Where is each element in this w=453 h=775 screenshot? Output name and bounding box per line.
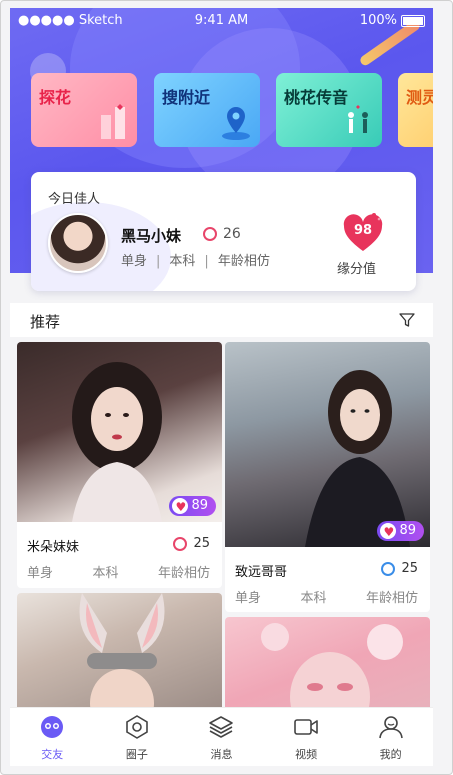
today-pick-name: 黑马小妹 [121, 227, 182, 245]
profile-card[interactable]: 89 致远哥哥 25 单身 本科 年龄相仿 [225, 342, 430, 612]
profile-photo[interactable]: 89 [225, 342, 430, 547]
male-icon [381, 561, 396, 576]
tag-separator: | [204, 254, 209, 269]
today-pick-title: 今日佳人 [48, 192, 101, 207]
profile-age: 25 [381, 561, 418, 576]
portrait-illustration [72, 362, 162, 522]
feature-card-voice[interactable]: 桃花传音 [276, 73, 382, 147]
feature-card-test[interactable]: 测灵 [398, 73, 433, 147]
compatibility-score: 98 [353, 223, 373, 238]
recommend-title: 推荐 [30, 313, 61, 331]
tag: 单身 [235, 591, 262, 606]
profile-name: 致远哥哥 [235, 565, 288, 580]
female-icon [203, 227, 217, 241]
heart-icon [380, 522, 397, 542]
battery-percent: 100% [359, 13, 397, 28]
avatar[interactable] [48, 213, 108, 273]
tag: 本科 [300, 591, 327, 606]
tab-label: 我的 [379, 748, 402, 761]
recommend-header: 推荐 [10, 303, 433, 337]
profile-icon [378, 716, 403, 739]
feature-card-nearby[interactable]: 搜附近 [154, 73, 260, 147]
compatibility-heart: 98 [341, 211, 385, 255]
heart-icon [172, 497, 189, 517]
today-pick-card[interactable]: 今日佳人 黑马小妹 26 单身 | 本科 | 年龄相仿 98 缘分值 [31, 172, 416, 291]
profile-photo[interactable] [225, 617, 430, 707]
feature-card-label: 桃花传音 [284, 88, 349, 107]
compatibility-label: 缘分值 [337, 262, 377, 277]
profile-age: 25 [173, 536, 210, 551]
couple-icon [348, 105, 368, 133]
profile-card[interactable] [17, 593, 222, 707]
tag: 年龄相仿 [365, 591, 418, 606]
tag: 年龄相仿 [157, 566, 210, 581]
filter-icon[interactable] [399, 312, 415, 328]
explore-icon [101, 104, 125, 139]
tag: 本科 [92, 566, 119, 581]
tab-bar: 交友 圈子 消息 视频 我的 [10, 707, 433, 766]
feature-card-label: 搜附近 [162, 88, 211, 107]
tab-label: 圈子 [125, 748, 148, 761]
battery-icon [401, 14, 425, 27]
tab-label: 视频 [295, 748, 318, 761]
profile-card[interactable]: 89 米朵妹妹 25 单身 本科 年龄相仿 [17, 342, 222, 588]
tab-video[interactable]: 视频 [264, 708, 349, 766]
portrait-illustration [79, 593, 165, 707]
location-pin-icon [222, 107, 250, 140]
today-pick-age: 26 [203, 226, 241, 242]
tab-label: 交友 [41, 748, 64, 761]
battery-status: 100% [360, 13, 425, 28]
age-value: 25 [401, 561, 418, 576]
badge-score: 89 [399, 523, 416, 538]
tab-label: 消息 [210, 748, 233, 761]
today-pick-tags: 单身 | 本科 | 年龄相仿 [121, 250, 270, 269]
friends-icon [41, 716, 64, 738]
profile-name: 米朵妹妹 [27, 540, 80, 555]
tab-profile[interactable]: 我的 [348, 708, 433, 766]
tag: 单身 [121, 254, 148, 269]
tab-friends[interactable]: 交友 [10, 708, 95, 766]
age-value: 25 [193, 536, 210, 551]
feature-cards: 探花 搜附近 桃花传音 测灵 [31, 73, 433, 147]
compatibility-badge: 89 [377, 521, 424, 542]
tab-circle[interactable]: 圈子 [95, 708, 180, 766]
status-bar: ●●●●● Sketch 9:41 AM 100% [10, 8, 433, 34]
tag: 年龄相仿 [217, 254, 270, 269]
tag-separator: | [156, 254, 161, 269]
compatibility-badge: 89 [169, 496, 216, 517]
feature-card-explore[interactable]: 探花 [31, 73, 137, 147]
profile-card[interactable] [225, 617, 430, 707]
badge-score: 89 [191, 498, 208, 513]
profile-tags: 单身 本科 年龄相仿 [27, 562, 210, 581]
feature-card-label: 探花 [39, 88, 72, 107]
message-layers-icon [209, 716, 234, 738]
female-icon [173, 536, 188, 551]
tag: 本科 [169, 254, 196, 269]
profile-photo[interactable] [17, 593, 222, 707]
tab-messages[interactable]: 消息 [179, 708, 264, 766]
tag: 单身 [27, 566, 54, 581]
profile-tags: 单身 本科 年龄相仿 [235, 587, 418, 606]
portrait-illustration [305, 370, 410, 547]
video-icon [294, 719, 318, 735]
recommend-grid: 89 米朵妹妹 25 单身本科年龄相仿 89 致远哥哥 25 单身本科年龄相仿 [10, 337, 433, 707]
profile-photo[interactable]: 89 [17, 342, 222, 522]
circle-icon [126, 715, 148, 739]
portrait-illustration [261, 623, 403, 707]
age-value: 26 [223, 226, 241, 242]
feature-card-label: 测灵 [406, 88, 433, 107]
